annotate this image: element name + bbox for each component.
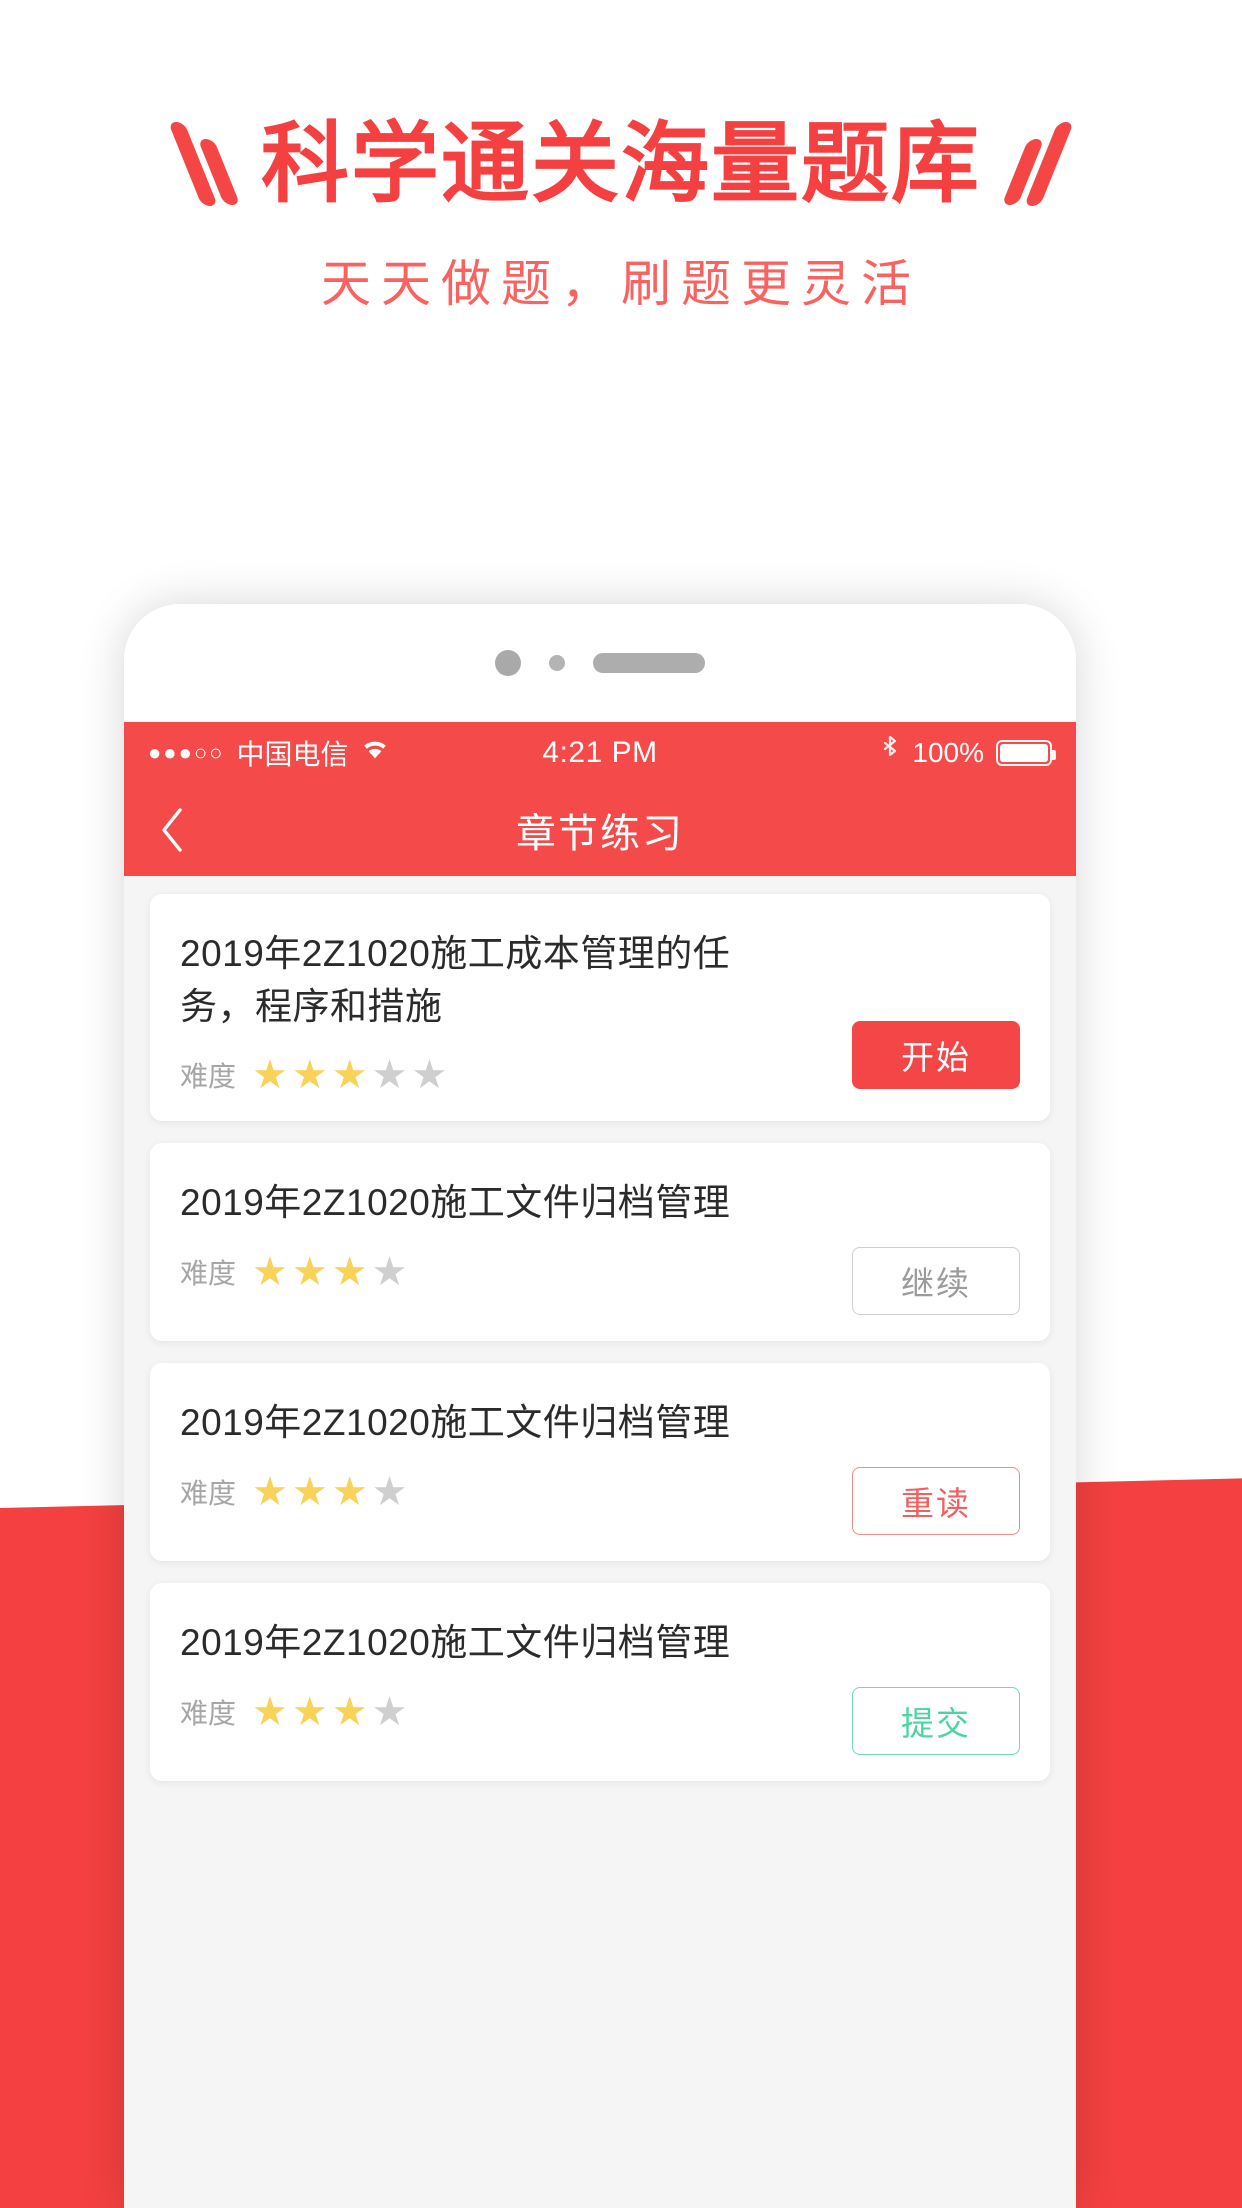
- submit-button[interactable]: 提交: [852, 1687, 1020, 1756]
- chapter-practice-list[interactable]: 2019年2Z1020施工成本管理的任务，程序和措施 难度 ★ ★ ★ ★ ★ 开始 2…: [124, 876, 1076, 2208]
- wifi-icon: [360, 737, 390, 769]
- battery-percent-label: 100%: [912, 737, 985, 768]
- promo-headline-block: 科学通关海量题库 天天做题，刷题更灵活: [0, 114, 1242, 316]
- star-icon: ★: [252, 1689, 288, 1734]
- nav-title: 章节练习: [516, 812, 684, 856]
- star-icon: ★: [291, 1053, 328, 1098]
- star-icon: ★: [252, 1053, 288, 1098]
- star-icon: ★: [331, 1249, 368, 1294]
- proximity-sensor-icon: [549, 655, 565, 671]
- difficulty-label: 难度: [180, 1257, 237, 1289]
- earpiece-speaker-icon: [593, 653, 705, 673]
- promo-subtitle: 天天做题，刷题更灵活: [321, 256, 921, 313]
- star-icon: ★: [331, 1053, 368, 1098]
- star-icon: ★: [252, 1249, 288, 1294]
- carrier-label: 中国电信: [236, 739, 349, 770]
- continue-button[interactable]: 继续: [852, 1247, 1020, 1316]
- double-backslash-icon: [168, 122, 241, 207]
- chevron-left-icon: [162, 808, 182, 852]
- bluetooth-icon: [880, 735, 900, 772]
- difficulty-stars: ★ ★ ★ ★: [252, 1472, 407, 1512]
- signal-strength-icon: ●●●○○: [148, 740, 225, 765]
- chapter-title: 2019年2Z1020施工文件归档管理: [180, 1182, 731, 1224]
- difficulty-label: 难度: [180, 1697, 237, 1729]
- chapter-title: 2019年2Z1020施工成本管理的任务，程序和措施: [180, 933, 731, 1027]
- start-button[interactable]: 开始: [852, 1021, 1020, 1090]
- star-icon: ★: [371, 1053, 408, 1098]
- clock-label: 4:21 PM: [542, 736, 658, 769]
- list-item[interactable]: 2019年2Z1020施工成本管理的任务，程序和措施 难度 ★ ★ ★ ★ ★ 开始: [150, 894, 1050, 1122]
- reread-button[interactable]: 重读: [852, 1467, 1020, 1536]
- list-item[interactable]: 2019年2Z1020施工文件归档管理 难度 ★ ★ ★ ★ 重读: [150, 1363, 1050, 1562]
- promo-page: 科学通关海量题库 天天做题，刷题更灵活 ●●●○○ 中国电信 4:21 PM 1…: [0, 0, 1242, 2208]
- star-icon: ★: [291, 1249, 328, 1294]
- status-bar: ●●●○○ 中国电信 4:21 PM 100%: [124, 722, 1076, 784]
- star-icon: ★: [371, 1469, 408, 1514]
- chapter-title: 2019年2Z1020施工文件归档管理: [180, 1622, 731, 1664]
- star-icon: ★: [252, 1469, 288, 1514]
- star-icon: ★: [411, 1053, 448, 1098]
- difficulty-label: 难度: [180, 1061, 237, 1093]
- back-button[interactable]: [150, 802, 194, 858]
- page-title: 科学通关海量题库: [260, 114, 981, 213]
- star-icon: ★: [371, 1689, 408, 1734]
- phone-earpiece-area: [124, 604, 1076, 722]
- star-icon: ★: [331, 1689, 368, 1734]
- front-camera-icon: [495, 650, 521, 676]
- nav-bar: 章节练习: [124, 784, 1076, 876]
- difficulty-stars: ★ ★ ★ ★ ★: [252, 1055, 447, 1095]
- star-icon: ★: [331, 1469, 368, 1514]
- difficulty-stars: ★ ★ ★ ★: [252, 1692, 407, 1732]
- star-icon: ★: [291, 1469, 328, 1514]
- list-item[interactable]: 2019年2Z1020施工文件归档管理 难度 ★ ★ ★ ★ 提交: [150, 1583, 1050, 1782]
- phone-mockup: ●●●○○ 中国电信 4:21 PM 100% 章节练习 2019年2Z1020…: [124, 604, 1076, 2208]
- list-item[interactable]: 2019年2Z1020施工文件归档管理 难度 ★ ★ ★ ★ 继续: [150, 1143, 1050, 1342]
- star-icon: ★: [291, 1689, 328, 1734]
- difficulty-stars: ★ ★ ★ ★: [252, 1252, 407, 1292]
- star-icon: ★: [371, 1249, 408, 1294]
- chapter-title: 2019年2Z1020施工文件归档管理: [180, 1402, 731, 1444]
- battery-full-icon: [996, 740, 1057, 766]
- double-slash-icon: [1001, 122, 1074, 207]
- difficulty-label: 难度: [180, 1477, 237, 1509]
